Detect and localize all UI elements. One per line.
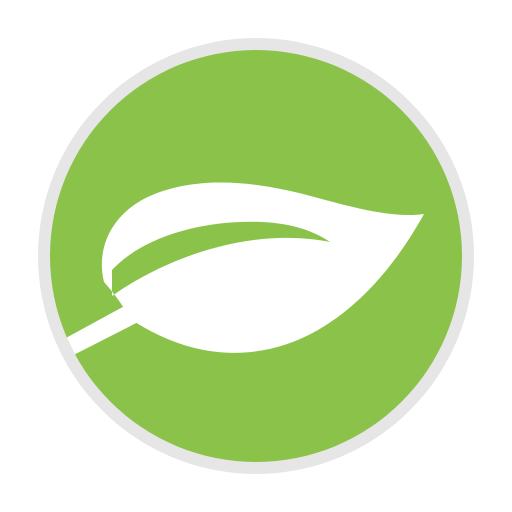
app-icon — [0, 0, 512, 512]
leaf-logo — [38, 38, 474, 474]
